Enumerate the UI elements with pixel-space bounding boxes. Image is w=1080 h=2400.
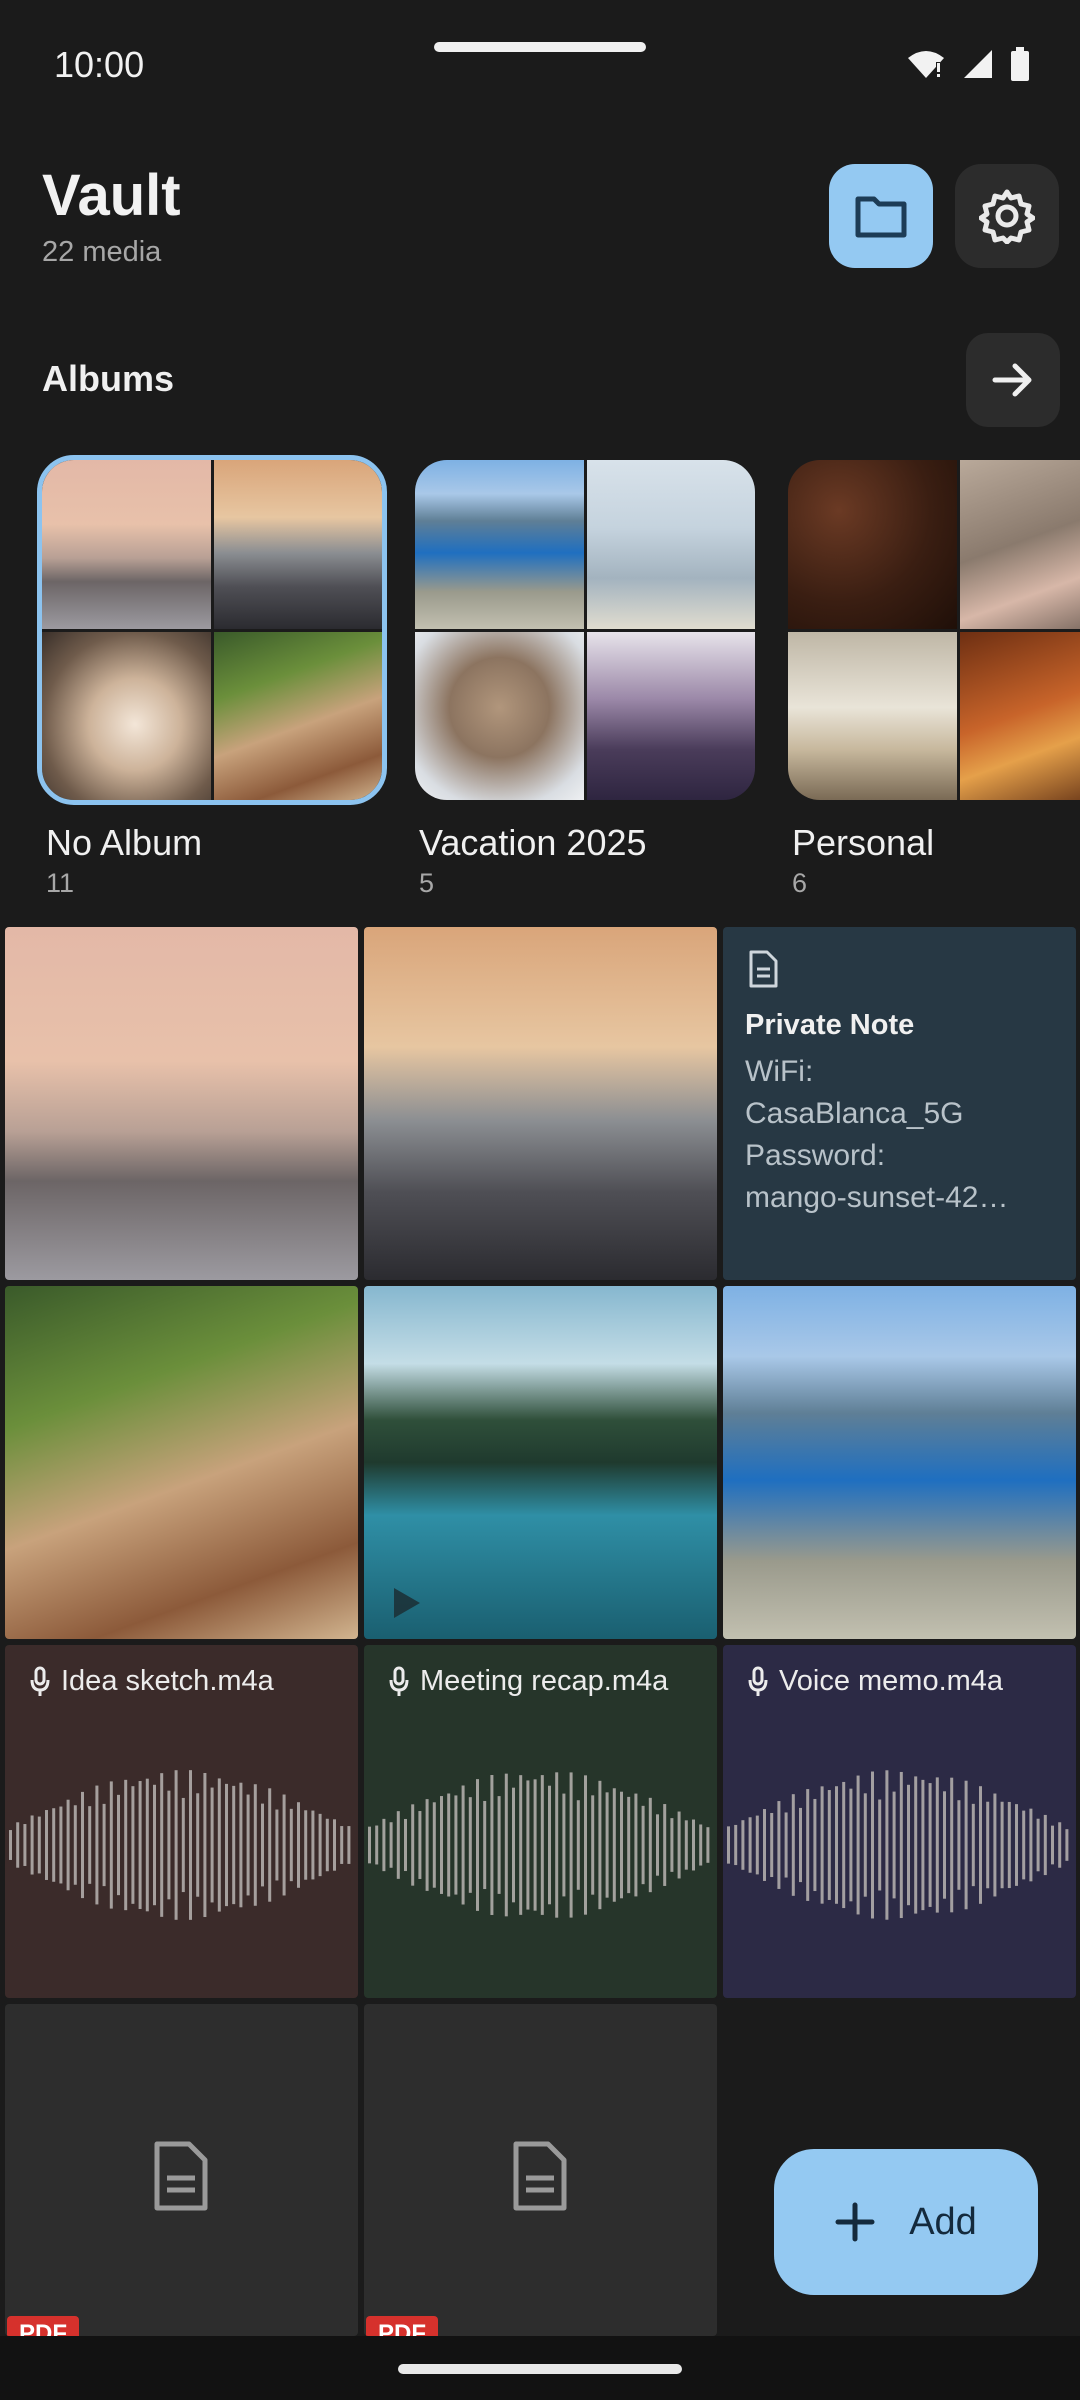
gear-icon bbox=[979, 189, 1035, 244]
waveform-icon bbox=[727, 1770, 1069, 1920]
album-count: 5 bbox=[419, 868, 435, 898]
album-photo-bridge bbox=[42, 460, 211, 629]
camera-notch bbox=[434, 42, 646, 52]
album-thumbnail bbox=[415, 460, 755, 800]
album-photo-fjord bbox=[415, 460, 584, 629]
media-photo-onion[interactable] bbox=[5, 1286, 358, 1639]
media-audio-voice-memo[interactable]: Voice memo.m4a bbox=[723, 1645, 1076, 1998]
album-name: Personal bbox=[792, 822, 935, 863]
pdf-badge: PDF bbox=[366, 2316, 438, 2336]
album-thumbnail bbox=[37, 455, 387, 805]
media-video-kayak[interactable] bbox=[364, 1286, 717, 1639]
album-thumbnail bbox=[788, 460, 1080, 800]
wifi-icon bbox=[908, 51, 944, 78]
album-photo-pelican bbox=[586, 460, 755, 629]
audio-file-name: Voice memo.m4a bbox=[779, 1665, 1004, 1697]
battery-icon bbox=[1011, 47, 1029, 81]
settings-button[interactable] bbox=[955, 164, 1059, 268]
media-count: 22 media bbox=[42, 236, 162, 268]
album-photo-bench bbox=[959, 631, 1080, 800]
media-pdf-2[interactable]: PDF bbox=[364, 2004, 717, 2336]
media-pdf-1[interactable]: PDF bbox=[5, 2004, 358, 2336]
add-button-label: Add bbox=[909, 2200, 977, 2243]
document-icon bbox=[154, 2141, 208, 2211]
document-icon bbox=[749, 950, 778, 988]
album-name: No Album bbox=[46, 822, 203, 863]
note-preview: WiFi: CasaBlanca_5G Password: mango-suns… bbox=[745, 1055, 1009, 1214]
album-photo-onion bbox=[213, 631, 382, 800]
page-title: Vault bbox=[42, 163, 181, 228]
folder-icon bbox=[855, 196, 907, 238]
album-photo-canal bbox=[586, 631, 755, 800]
add-button[interactable]: Add bbox=[774, 2149, 1038, 2295]
album-photo-coffee bbox=[788, 460, 957, 629]
home-handle[interactable] bbox=[398, 2364, 682, 2374]
media-audio-meeting-recap[interactable]: Meeting recap.m4a bbox=[364, 1645, 717, 1998]
media-audio-idea-sketch[interactable]: Idea sketch.m4a bbox=[5, 1645, 358, 1998]
microphone-icon bbox=[389, 1666, 409, 1696]
waveform-icon bbox=[9, 1770, 351, 1920]
album-vacation-2025[interactable]: Vacation 2025 5 bbox=[415, 460, 755, 899]
albums-see-all-button[interactable] bbox=[966, 333, 1060, 427]
album-photo-book bbox=[788, 631, 957, 800]
media-note[interactable]: Private Note WiFi: CasaBlanca_5G Passwor… bbox=[723, 927, 1076, 1280]
album-name: Vacation 2025 bbox=[419, 822, 647, 863]
audio-file-name: Idea sketch.m4a bbox=[61, 1665, 274, 1697]
plus-icon bbox=[835, 2202, 875, 2242]
album-photo-cat bbox=[959, 460, 1080, 629]
pdf-badge: PDF bbox=[7, 2316, 79, 2336]
album-photo-teacup bbox=[42, 631, 211, 800]
status-bar: 10:00 bbox=[0, 0, 1080, 130]
gesture-nav-bar bbox=[0, 2336, 1080, 2400]
microphone-icon bbox=[30, 1666, 50, 1696]
media-photo-city[interactable] bbox=[364, 927, 717, 1280]
play-icon bbox=[394, 1588, 420, 1618]
document-icon bbox=[513, 2141, 567, 2211]
albums-section-title: Albums bbox=[42, 358, 175, 399]
arrow-right-icon bbox=[992, 363, 1032, 397]
album-photo-coyote bbox=[415, 631, 584, 800]
note-title: Private Note bbox=[745, 1009, 915, 1041]
media-photo-fjord[interactable] bbox=[723, 1286, 1076, 1639]
signal-icon bbox=[964, 50, 992, 78]
album-count: 6 bbox=[792, 868, 808, 898]
album-personal[interactable]: Personal 6 bbox=[788, 460, 1080, 899]
folder-button[interactable] bbox=[829, 164, 933, 268]
waveform-icon bbox=[368, 1772, 710, 1918]
album-photo-city bbox=[213, 460, 382, 629]
media-photo-bridge[interactable] bbox=[5, 927, 358, 1280]
microphone-icon bbox=[748, 1666, 768, 1696]
status-time: 10:00 bbox=[54, 44, 145, 85]
status-icons bbox=[906, 44, 1030, 84]
album-no-album[interactable]: No Album 11 bbox=[37, 455, 387, 899]
audio-file-name: Meeting recap.m4a bbox=[420, 1665, 669, 1697]
album-count: 11 bbox=[46, 868, 75, 898]
